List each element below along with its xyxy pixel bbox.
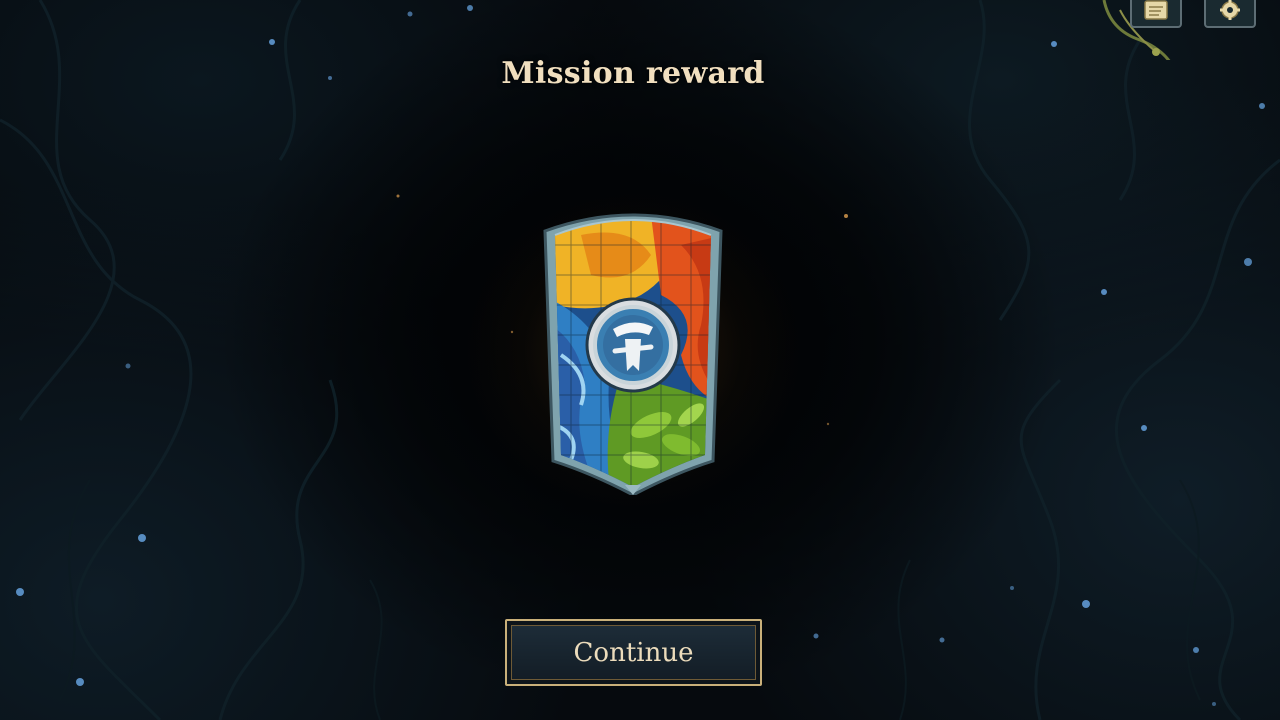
continue-button[interactable]: Continue <box>505 619 762 686</box>
map-button[interactable] <box>1130 0 1182 28</box>
continue-label: Continue <box>573 637 694 668</box>
corner-menu <box>1100 0 1280 60</box>
stained-glass-shield-icon <box>543 213 723 495</box>
gear-icon <box>1220 0 1240 20</box>
scroll-map-icon <box>1144 0 1168 20</box>
continue-button-face: Continue <box>511 625 756 680</box>
settings-button[interactable] <box>1204 0 1256 28</box>
page-title: Mission reward <box>501 56 765 91</box>
mission-reward-screen: Mission reward Continue <box>0 0 1280 720</box>
